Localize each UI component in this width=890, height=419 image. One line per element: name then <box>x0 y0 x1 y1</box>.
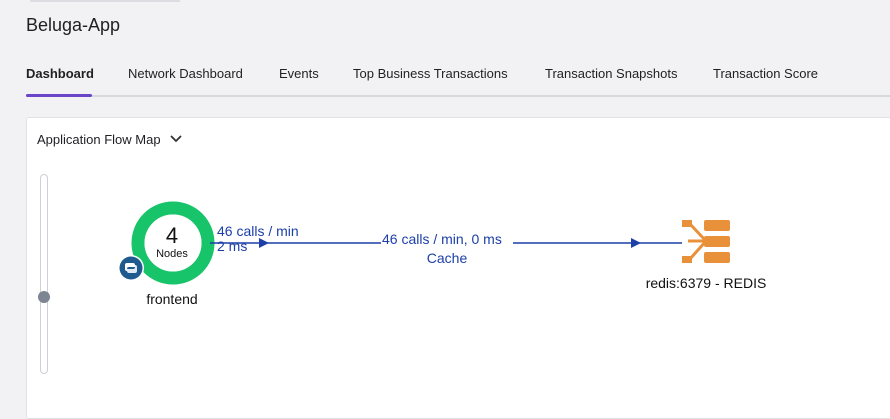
redis-backend-icon[interactable] <box>682 220 730 263</box>
node-count-label: Nodes <box>156 248 188 260</box>
python-icon <box>118 255 144 281</box>
edge-metrics-label: 46 calls / min, 0 ms <box>382 231 502 247</box>
backend-name[interactable]: redis:6379 - REDIS <box>636 275 776 291</box>
tier-name[interactable]: frontend <box>132 291 212 307</box>
edge-calls-label: 46 calls / min <box>217 223 299 239</box>
edge-type-label: Cache <box>426 250 468 266</box>
node-count: 4 <box>165 223 179 248</box>
flow-map-canvas <box>118 201 730 285</box>
edge-time-label: 2 ms <box>217 238 248 254</box>
